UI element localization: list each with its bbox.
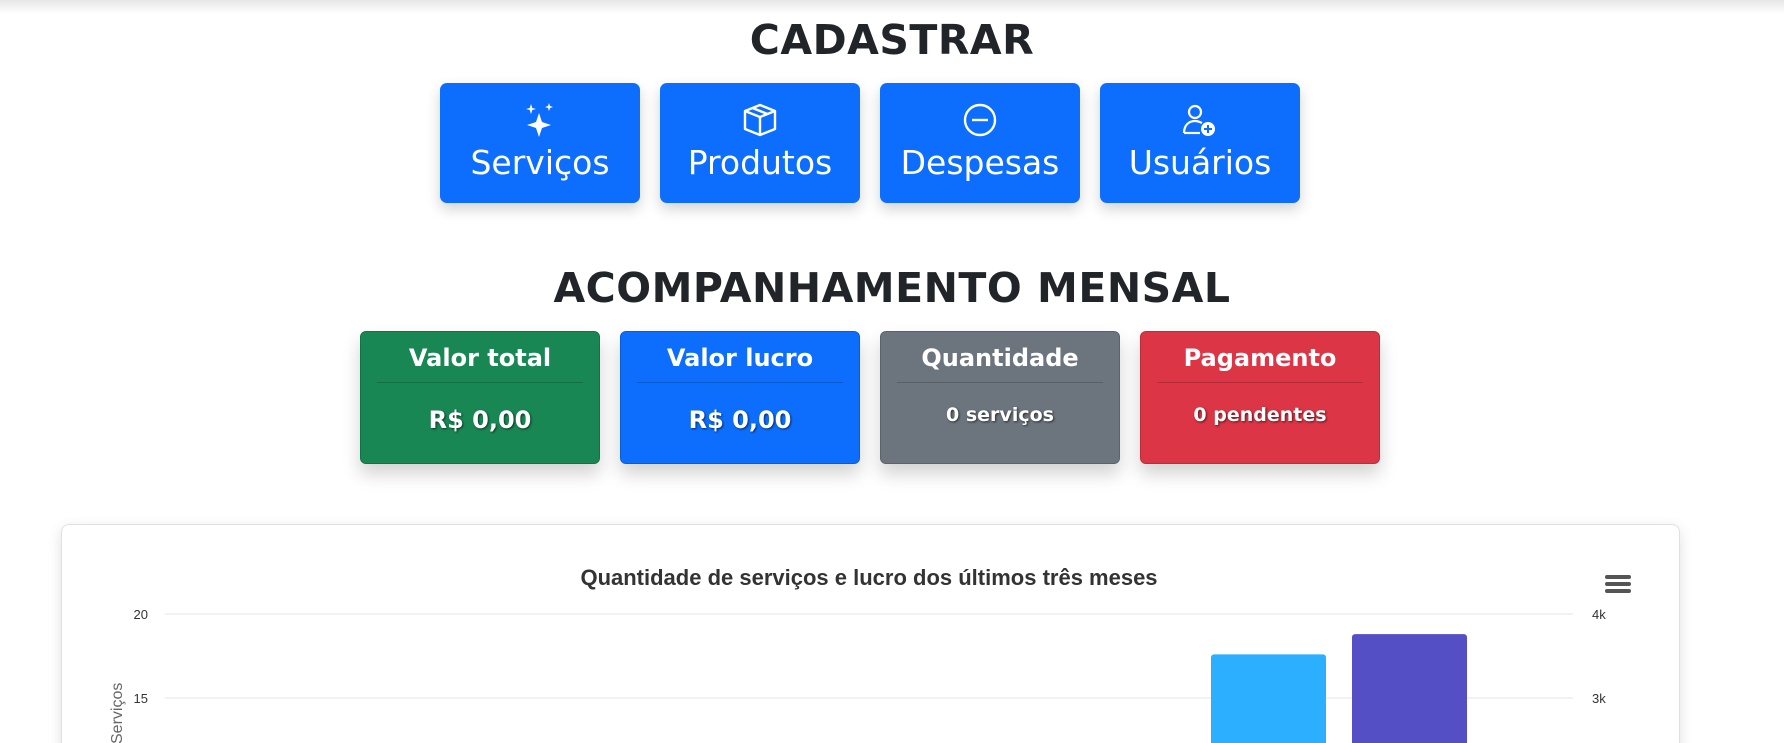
- chart-menu-icon[interactable]: [1605, 575, 1631, 597]
- y-axis-label: Serviços: [109, 683, 126, 743]
- chart-bar-1[interactable]: [1211, 654, 1326, 743]
- chart-title: Quantidade de serviços e lucro dos últim…: [580, 565, 1157, 590]
- y2-tick-label: 4k: [1592, 607, 1606, 622]
- services-profit-chart: Quantidade de serviços e lucro dos últim…: [109, 565, 1606, 743]
- y2-tick-label: 3k: [1592, 691, 1606, 706]
- y-tick-label: 20: [134, 607, 148, 622]
- chart-bar-2[interactable]: [1352, 634, 1467, 743]
- y-tick-label: 15: [134, 691, 148, 706]
